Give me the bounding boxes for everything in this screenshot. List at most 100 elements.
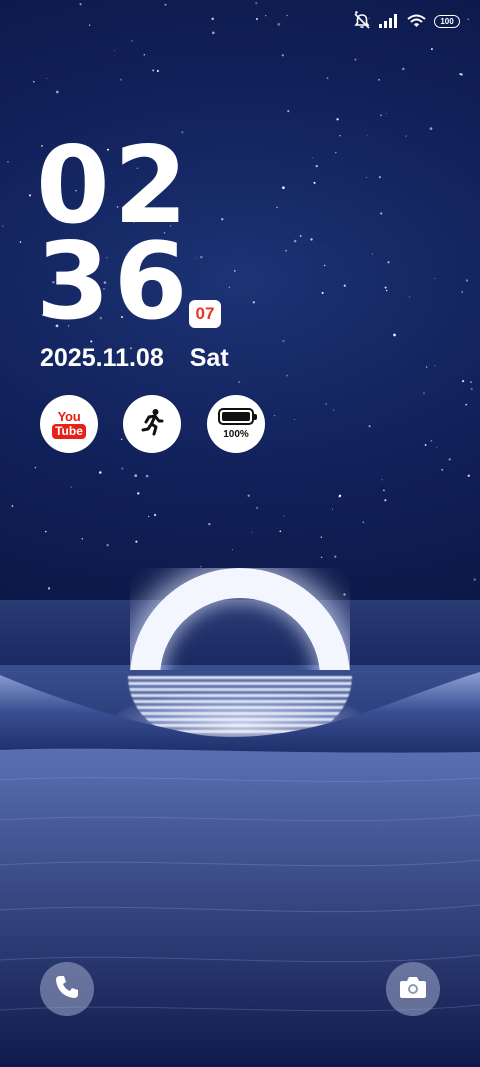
star	[387, 261, 390, 264]
star	[470, 381, 472, 383]
star	[434, 278, 436, 279]
star	[233, 270, 236, 272]
star	[2, 225, 4, 227]
camera-shortcut-button[interactable]	[386, 962, 440, 1016]
star	[148, 515, 150, 518]
star	[286, 14, 288, 17]
star	[430, 439, 433, 442]
star	[55, 90, 59, 94]
star	[131, 40, 133, 42]
star	[256, 506, 259, 509]
star	[88, 24, 91, 26]
star	[408, 295, 411, 298]
star	[45, 77, 48, 80]
star	[383, 489, 385, 492]
star	[310, 238, 313, 241]
star	[326, 77, 329, 80]
signal-icon	[379, 14, 399, 28]
phone-shortcut-button[interactable]	[40, 962, 94, 1016]
battery-indicator: 100	[434, 14, 460, 28]
star	[401, 67, 405, 71]
star	[343, 593, 346, 596]
star	[338, 494, 342, 497]
star	[339, 135, 341, 137]
star	[221, 218, 224, 221]
star	[384, 286, 387, 289]
mute-vibrate-icon	[353, 13, 371, 29]
star	[334, 555, 337, 558]
star	[195, 257, 197, 259]
youtube-widget[interactable]: You Tube	[40, 395, 98, 453]
star	[325, 403, 327, 405]
star	[79, 3, 82, 6]
star	[332, 409, 335, 411]
star	[145, 474, 149, 478]
star	[286, 374, 289, 377]
weekday-text: Sat	[189, 344, 229, 372]
star	[378, 78, 380, 81]
star	[384, 499, 387, 502]
star	[434, 365, 436, 367]
youtube-logo-tube: Tube	[52, 423, 86, 439]
star	[156, 69, 159, 73]
workout-widget[interactable]	[123, 395, 181, 453]
star	[467, 18, 470, 21]
star	[473, 578, 477, 581]
battery-icon	[218, 408, 257, 425]
youtube-icon: You Tube	[52, 410, 86, 439]
star	[28, 194, 32, 197]
star	[380, 212, 383, 215]
star	[343, 284, 346, 287]
star	[424, 444, 427, 446]
star	[276, 206, 278, 209]
star	[135, 540, 138, 543]
star	[251, 531, 253, 533]
star	[461, 379, 465, 383]
clock-minutes: 36	[36, 220, 192, 343]
star	[362, 521, 365, 523]
star	[285, 249, 287, 252]
star	[465, 279, 469, 282]
star	[19, 241, 22, 243]
star	[385, 112, 387, 114]
star	[283, 515, 285, 517]
star	[137, 492, 140, 495]
star	[312, 157, 314, 159]
star	[429, 127, 433, 130]
star	[320, 536, 323, 538]
star	[256, 18, 258, 20]
star	[277, 23, 281, 26]
wifi-icon	[407, 14, 426, 28]
star	[293, 239, 297, 243]
star	[114, 50, 116, 52]
star	[255, 1, 258, 5]
battery-percent: 100%	[223, 429, 249, 440]
star	[430, 48, 433, 51]
star	[448, 458, 451, 461]
star	[33, 81, 35, 83]
date-row: 2025.11.08 Sat	[40, 344, 229, 373]
star	[325, 246, 327, 248]
star	[99, 471, 102, 474]
star	[106, 544, 109, 547]
star	[120, 438, 123, 441]
star	[465, 403, 468, 406]
star	[153, 513, 157, 517]
star	[336, 118, 339, 121]
star	[323, 264, 326, 267]
star	[164, 3, 167, 6]
star	[313, 181, 316, 184]
star	[152, 69, 155, 72]
star	[441, 469, 443, 471]
star	[380, 114, 383, 117]
star	[371, 253, 373, 255]
battery-widget[interactable]: 100%	[207, 395, 265, 453]
star	[11, 505, 14, 507]
star	[393, 333, 396, 337]
status-bar: 100	[353, 10, 460, 32]
star	[315, 164, 318, 168]
star	[423, 392, 425, 394]
star	[381, 479, 383, 481]
clock-seconds-badge: 07	[189, 300, 221, 328]
star	[365, 176, 368, 179]
